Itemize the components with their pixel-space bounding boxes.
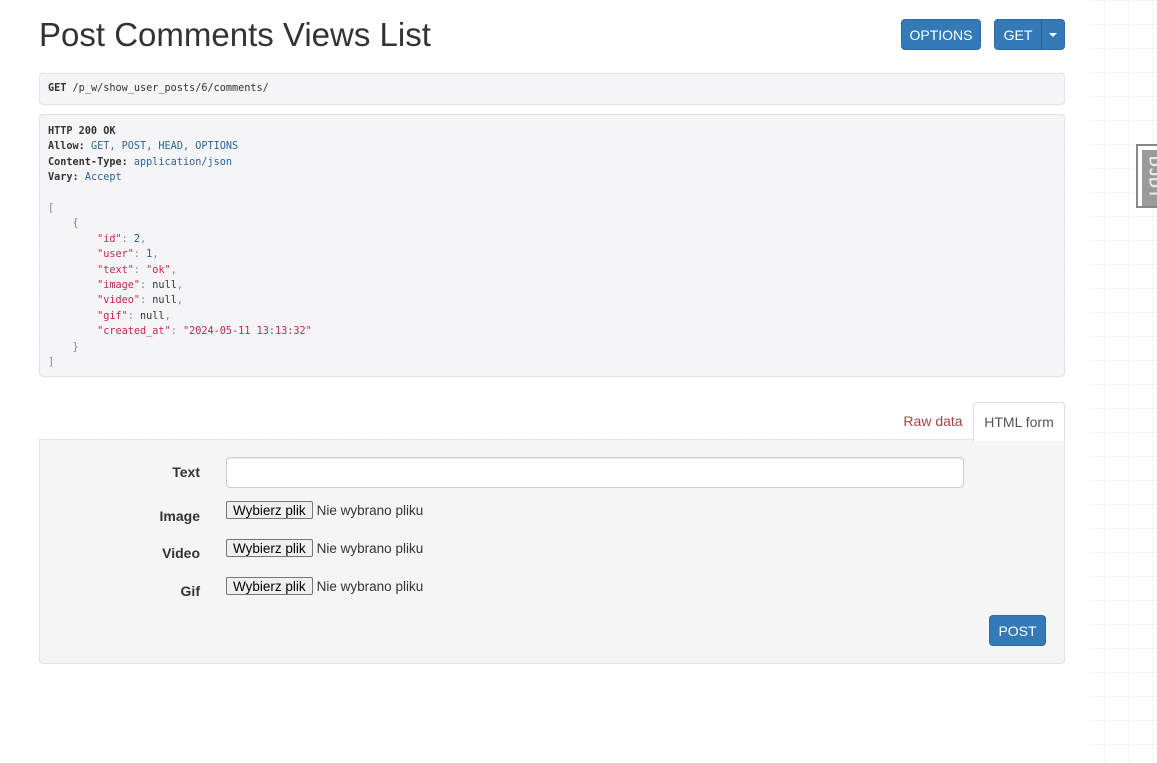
json-value: "2024-05-11 13:13:32" xyxy=(182,326,312,338)
json-key: "gif" xyxy=(97,310,128,322)
page-title: Post Comments Views List xyxy=(39,16,431,53)
options-button[interactable]: OPTIONS xyxy=(901,19,981,50)
request-info: GET /p_w/show_user_posts/6/comments/ xyxy=(39,73,1065,105)
json-value: null xyxy=(152,295,177,307)
image-file-status: Nie wybrano pliku xyxy=(316,502,424,518)
json-value: null xyxy=(152,280,177,292)
header-name: Vary: xyxy=(48,172,79,184)
json-key: "image" xyxy=(97,280,141,292)
response-info: HTTP 200 OK Allow: GET, POST, HEAD, OPTI… xyxy=(39,114,1065,377)
request-path: /p_w/show_user_posts/6/comments/ xyxy=(72,83,269,94)
video-choose-file-button[interactable]: Wybierz plik xyxy=(226,539,313,557)
header-value: application/json xyxy=(133,156,233,168)
response-status: HTTP 200 OK xyxy=(48,126,116,137)
post-form: Text Image Wybierz plik Nie wybrano plik… xyxy=(39,439,1065,664)
tab-html-form[interactable]: HTML form xyxy=(973,402,1065,441)
request-method: GET xyxy=(48,83,67,94)
gif-file-status: Nie wybrano pliku xyxy=(316,578,424,594)
text-field-label: Text xyxy=(172,464,200,480)
gif-file-input[interactable]: Wybierz plik Nie wybrano pliku xyxy=(226,577,423,595)
get-format-dropdown-toggle[interactable] xyxy=(1041,19,1065,50)
debug-toolbar-handle[interactable]: DJDT xyxy=(1136,144,1157,208)
json-close-bracket: ] xyxy=(48,357,55,369)
gif-field-label: Gif xyxy=(180,583,200,599)
caret-down-icon xyxy=(1049,32,1057,37)
post-submit-button[interactable]: POST xyxy=(989,615,1046,646)
page: Post Comments Views List OPTIONS GET GET… xyxy=(0,0,1157,763)
json-open-bracket: [ xyxy=(48,203,55,215)
image-field-label: Image xyxy=(159,508,200,524)
header-name: Content-Type: xyxy=(48,156,128,168)
gif-choose-file-button[interactable]: Wybierz plik xyxy=(226,577,313,595)
get-button[interactable]: GET xyxy=(994,19,1042,50)
json-open-brace: { xyxy=(72,218,79,230)
image-choose-file-button[interactable]: Wybierz plik xyxy=(226,501,313,519)
video-file-status: Nie wybrano pliku xyxy=(316,540,424,556)
json-key: "user" xyxy=(97,249,134,261)
debug-toolbar-logo: DJDT xyxy=(1142,150,1157,206)
video-file-input[interactable]: Wybierz plik Nie wybrano pliku xyxy=(226,539,423,557)
tab-raw-data[interactable]: Raw data xyxy=(897,402,969,439)
header-value: GET, POST, HEAD, OPTIONS xyxy=(90,141,239,153)
json-key: "text" xyxy=(97,264,134,276)
video-field-label: Video xyxy=(162,545,200,561)
json-value: null xyxy=(140,310,165,322)
text-input[interactable] xyxy=(226,457,964,488)
json-key: "created_at" xyxy=(97,326,171,338)
json-key: "video" xyxy=(97,295,141,307)
json-key: "id" xyxy=(97,233,122,245)
header-name: Allow: xyxy=(48,141,85,153)
json-close-brace: } xyxy=(72,341,79,353)
json-value: "ok" xyxy=(146,264,171,276)
header-value: Accept xyxy=(84,172,122,184)
image-file-input[interactable]: Wybierz plik Nie wybrano pliku xyxy=(226,501,423,519)
